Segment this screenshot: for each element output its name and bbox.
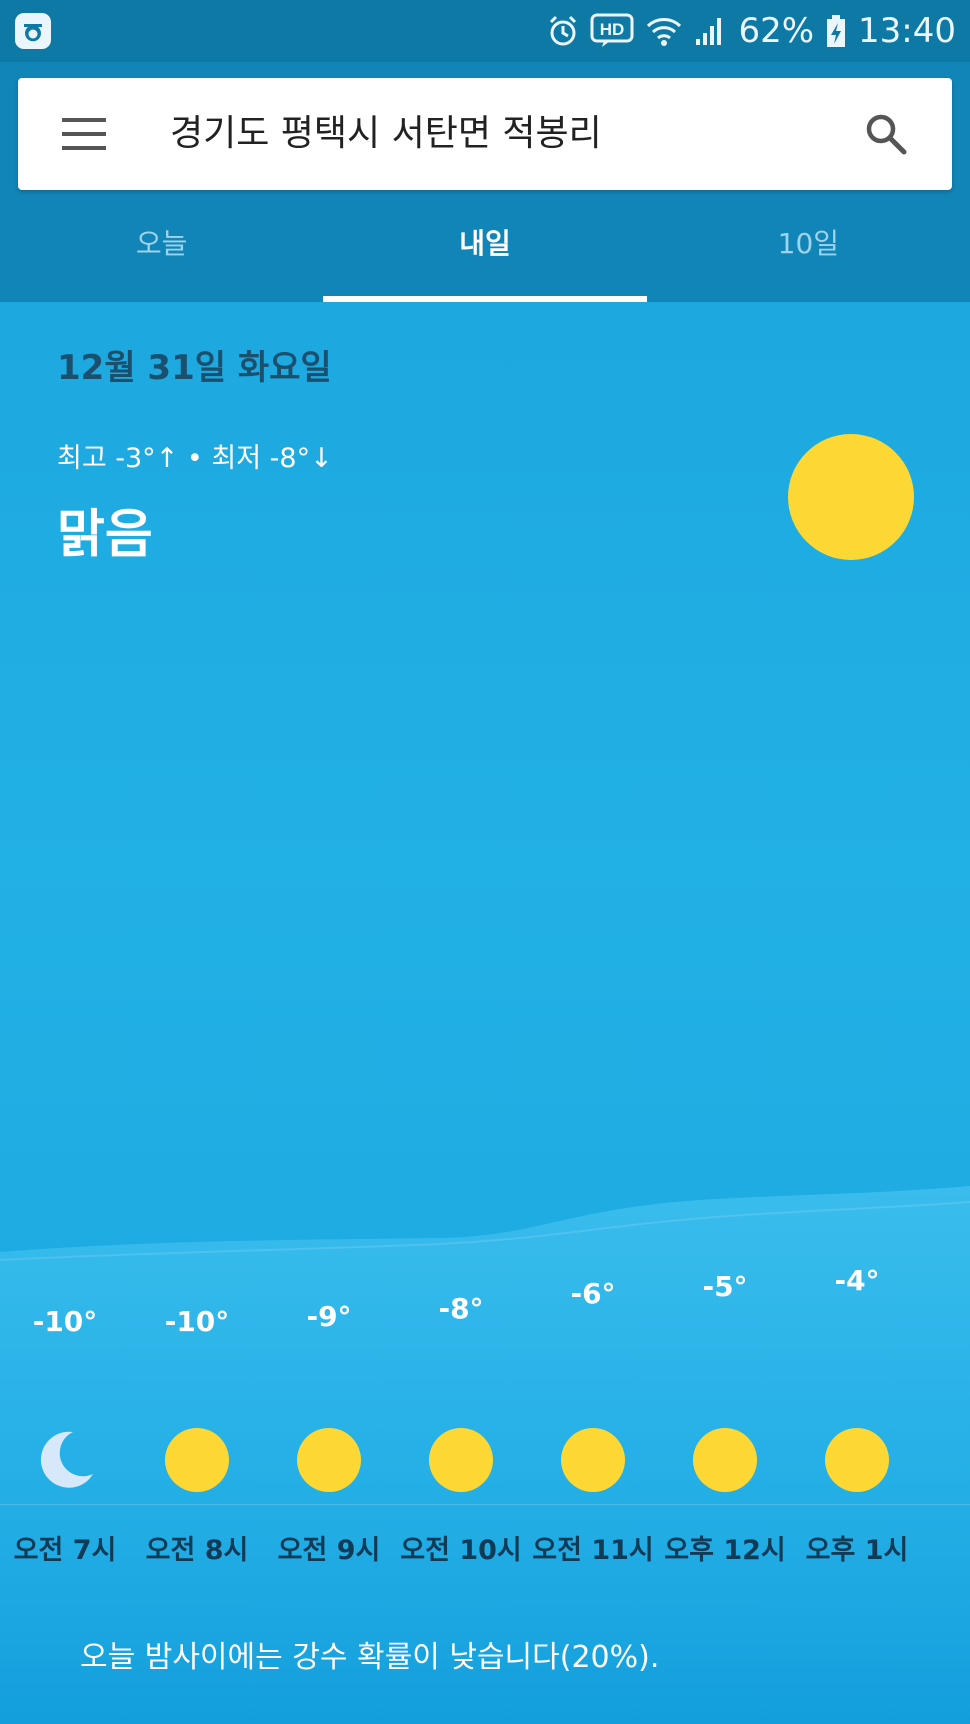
hour-temp: -8° bbox=[438, 1292, 484, 1325]
tab-10-days[interactable]: 10일 bbox=[647, 194, 970, 302]
moon-icon bbox=[40, 1431, 93, 1488]
location-name[interactable]: 경기도 평택시 서탄면 적봉리 bbox=[170, 78, 602, 190]
hour-time: 오전 9시 bbox=[277, 1535, 381, 1566]
clock-time: 13:40 bbox=[858, 11, 956, 51]
sun-icon bbox=[693, 1428, 757, 1492]
weather-condition: 맑음 bbox=[57, 505, 153, 565]
hour-temp: -4° bbox=[834, 1264, 880, 1297]
hour-time: 오전 8시 bbox=[145, 1535, 249, 1566]
sun-icon bbox=[788, 434, 914, 560]
hour-time: 오후 1시 bbox=[805, 1535, 909, 1566]
hour-temp: -9° bbox=[306, 1300, 352, 1333]
battery-percent: 62% bbox=[738, 11, 815, 51]
sun-icon bbox=[429, 1428, 493, 1492]
hour-time: 오후 12시 bbox=[664, 1535, 786, 1566]
high-low-temperature: 최고 -3°↑ • 최저 -8°↓ bbox=[57, 443, 333, 474]
battery-charging-icon bbox=[827, 15, 846, 47]
sun-icon bbox=[561, 1428, 625, 1492]
signal-icon bbox=[696, 18, 722, 45]
app-bar: 경기도 평택시 서탄면 적봉리 오늘 내일 10일 bbox=[0, 62, 970, 302]
status-right-group: HD 62% 13:40 bbox=[548, 0, 956, 62]
forecast-date: 12월 31일 화요일 bbox=[57, 348, 332, 388]
status-bar: HD 62% 13:40 bbox=[0, 0, 970, 62]
tab-today[interactable]: 오늘 bbox=[0, 194, 323, 302]
menu-icon[interactable] bbox=[62, 114, 106, 154]
weather-app: HD 62% 13:40 경기도 평택시 서탄면 적봉리 오늘 내일 10일 1… bbox=[0, 0, 970, 1724]
sun-icon bbox=[165, 1428, 229, 1492]
location-search-card[interactable]: 경기도 평택시 서탄면 적봉리 bbox=[18, 78, 952, 190]
hd-label: HD bbox=[600, 20, 625, 39]
sun-icon bbox=[297, 1428, 361, 1492]
tab-tomorrow[interactable]: 내일 bbox=[323, 194, 647, 302]
hour-temp: -5° bbox=[702, 1270, 748, 1303]
hd-voice-icon: HD bbox=[590, 13, 634, 47]
hour-temp: -10° bbox=[32, 1305, 98, 1338]
app-notification-icon bbox=[15, 13, 51, 49]
hour-time: 오전 7시 bbox=[13, 1535, 117, 1566]
day-tabs: 오늘 내일 10일 bbox=[0, 194, 970, 302]
hour-temp: -10° bbox=[164, 1305, 230, 1338]
sun-icon bbox=[825, 1428, 889, 1492]
hour-time: 오전 11시 bbox=[532, 1535, 654, 1566]
precipitation-note: 오늘 밤사이에는 강수 확률이 낮습니다(20%). bbox=[80, 1640, 660, 1675]
wifi-icon bbox=[647, 18, 682, 46]
hour-temp: -6° bbox=[570, 1277, 616, 1310]
search-icon[interactable] bbox=[862, 110, 910, 158]
hour-time: 오전 10시 bbox=[400, 1535, 522, 1566]
alarm-icon bbox=[550, 15, 577, 46]
hourly-divider bbox=[0, 1504, 970, 1505]
